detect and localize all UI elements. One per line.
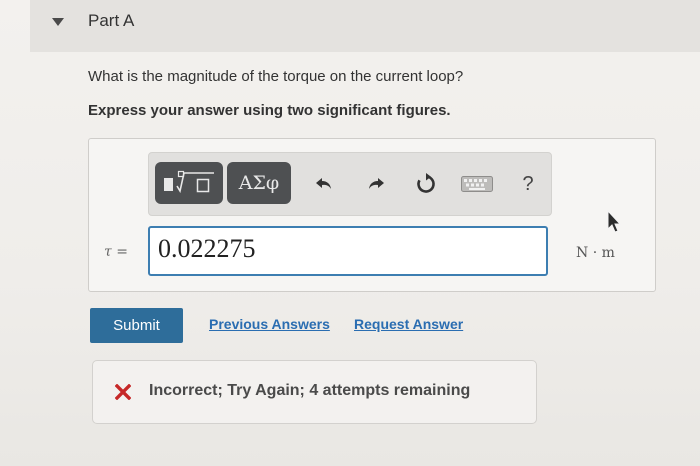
incorrect-x-icon [115,384,131,400]
redo-button[interactable] [361,169,391,199]
part-title: Part A [88,11,135,30]
mouse-pointer-icon [607,210,622,233]
templates-button[interactable] [155,162,223,204]
previous-answers-link[interactable]: Previous Answers [209,316,330,332]
instruction-text: Express your answer using two significan… [88,102,451,119]
undo-icon [316,178,331,189]
variable-label: τ = [104,244,128,260]
math-toolbar: ΑΣφ ? [148,152,552,216]
undo-button[interactable] [309,169,339,199]
keyboard-icon [461,176,493,192]
feedback-box: Incorrect; Try Again; 4 attempts remaini… [92,360,537,424]
part-header[interactable]: Part A [30,0,700,52]
templates-icon [164,170,214,194]
request-answer-link[interactable]: Request Answer [354,316,463,332]
answer-input[interactable]: 0.022275 [148,226,548,276]
reset-icon [417,173,435,193]
question-text: What is the magnitude of the torque on t… [88,68,464,85]
keyboard-button[interactable] [459,169,495,199]
collapse-caret-icon[interactable] [52,18,64,26]
redo-icon [369,178,384,189]
submit-button[interactable]: Submit [90,308,183,343]
help-button[interactable]: ? [513,169,543,199]
symbols-button[interactable]: ΑΣφ [227,162,291,204]
reset-button[interactable] [411,169,441,199]
feedback-message: Incorrect; Try Again; 4 attempts remaini… [149,382,471,399]
unit-label: N · m [576,245,615,261]
